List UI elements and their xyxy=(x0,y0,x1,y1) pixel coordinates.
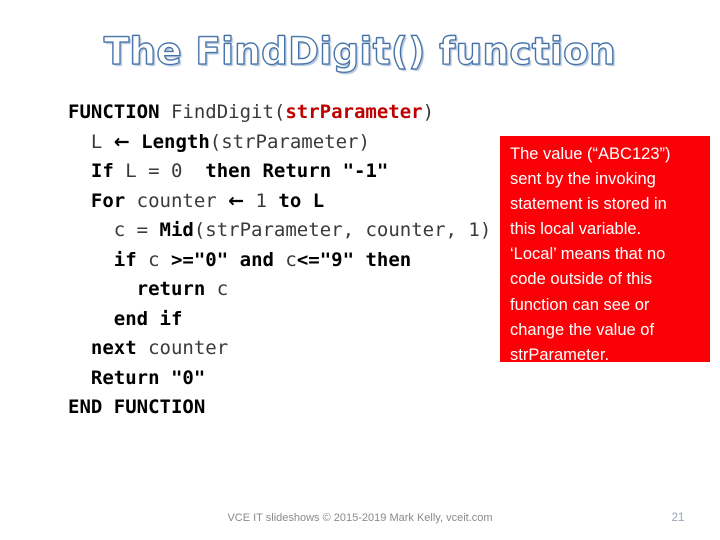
code-token: (strParameter, counter, 1) xyxy=(193,219,492,241)
code-token: and xyxy=(239,248,286,271)
code-token: L = 0 xyxy=(125,160,183,182)
callout-line: this local variable. xyxy=(510,220,642,239)
code-token: c = xyxy=(113,219,160,241)
code-token: If xyxy=(90,160,126,182)
code-token: c xyxy=(285,248,297,271)
callout-line: The value (“ABC123”) xyxy=(510,145,671,163)
code-token: Length xyxy=(129,130,210,153)
code-line: END FUNCTION xyxy=(68,393,708,423)
code-token: For xyxy=(90,189,137,212)
code-token: c xyxy=(216,278,229,300)
callout-line: strParameter. xyxy=(510,345,610,362)
slide-canvas: The FindDigit() function FUNCTION FindDi… xyxy=(0,0,720,540)
code-token: counter xyxy=(136,189,229,212)
callout-line: code outside of this xyxy=(510,270,653,289)
code-token: strParameter xyxy=(285,101,423,123)
code-token: Mid xyxy=(159,219,194,241)
code-token: >="0" xyxy=(170,248,240,271)
callout-line: statement is stored in xyxy=(510,195,667,214)
code-token: return xyxy=(136,278,217,300)
code-token: Return "0" xyxy=(90,366,206,389)
code-line: FUNCTION FindDigit(strParameter) xyxy=(68,98,708,128)
code-token: to L xyxy=(278,189,325,212)
code-token: <="9" xyxy=(296,248,366,271)
slide-title: The FindDigit() function xyxy=(103,29,617,73)
footer-credit: VCE IT slideshows © 2015-2019 Mark Kelly… xyxy=(227,512,493,524)
code-token: ) xyxy=(422,101,435,123)
code-token: 1 xyxy=(244,189,279,212)
code-token: next xyxy=(90,337,149,359)
code-token: ← xyxy=(113,130,130,153)
code-token: then Return "-1" xyxy=(182,160,389,182)
annotation-callout: The value (“ABC123”) sent by the invoking… xyxy=(500,136,710,362)
code-token: end if xyxy=(113,307,183,330)
code-token: FindDigit( xyxy=(170,101,286,123)
code-line: Return "0" xyxy=(68,364,708,394)
callout-line: ‘Local’ means that no xyxy=(510,245,666,264)
code-token: ← xyxy=(228,189,245,212)
code-token: c xyxy=(148,248,171,271)
code-token: END FUNCTION xyxy=(68,396,206,418)
code-token: then xyxy=(365,248,412,271)
callout-line: change the value of xyxy=(510,320,655,339)
callout-line: function can see or xyxy=(510,295,650,314)
slide-footer: VCE IT slideshows © 2015-2019 Mark Kelly… xyxy=(0,510,720,530)
page-number: 21 xyxy=(671,512,685,524)
code-token: L xyxy=(90,130,114,153)
code-token: (strParameter) xyxy=(209,130,370,153)
callout-line: sent by the invoking xyxy=(510,170,656,189)
code-token: FUNCTION xyxy=(68,101,171,123)
code-token: counter xyxy=(148,337,229,359)
code-token: if xyxy=(113,248,149,271)
